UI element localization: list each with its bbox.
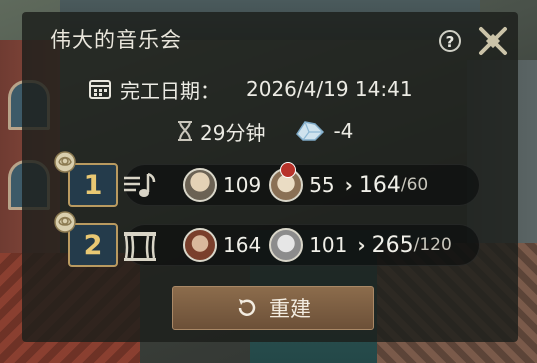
slot-stats: 164 101 › 265 /120 xyxy=(124,224,480,266)
character-avatar[interactable] xyxy=(183,168,217,202)
rose-icon xyxy=(54,211,76,233)
total-score: 265 xyxy=(371,232,414,258)
alert-badge xyxy=(280,162,297,178)
duration-row: 29分钟 -4 xyxy=(176,117,353,145)
cost-value: -4 xyxy=(333,119,354,143)
completion-date-row: 完工日期： 2026/4/19 14:41 xyxy=(88,75,413,103)
score-b: 101 xyxy=(309,233,348,257)
arrow-icon: › xyxy=(357,233,366,257)
score-a: 109 xyxy=(223,173,262,197)
duration-value: 29分钟 xyxy=(200,120,266,145)
material-crystal-icon xyxy=(296,121,325,141)
requirement: /120 xyxy=(413,235,452,255)
help-button[interactable]: ? xyxy=(439,30,461,52)
close-icon[interactable] xyxy=(475,23,511,59)
stage-icon xyxy=(124,232,156,261)
total-score: 164 xyxy=(358,172,401,198)
rose-icon xyxy=(54,151,76,173)
score-b: 55 xyxy=(309,173,335,197)
slot-stats: 109 55 › 164 /60 xyxy=(124,162,480,206)
character-avatar[interactable] xyxy=(269,228,304,262)
slot-row-2[interactable]: 2 164 101 › 265 /120 xyxy=(54,211,490,267)
calendar-icon xyxy=(89,80,111,99)
refresh-icon xyxy=(238,299,256,316)
completion-label: 完工日期： xyxy=(120,78,220,103)
requirement: /60 xyxy=(400,175,429,195)
arrow-icon: › xyxy=(344,173,353,197)
completion-value: 2026/4/19 14:41 xyxy=(246,77,413,101)
character-avatar[interactable] xyxy=(269,162,304,202)
rebuild-label: 重建 xyxy=(269,297,311,321)
slot-row-1[interactable]: 1 109 55 › 164 /60 xyxy=(54,151,480,207)
dialog-title: 伟大的音乐会 xyxy=(50,28,182,52)
rebuild-button[interactable]: 重建 xyxy=(172,286,374,330)
music-note-icon xyxy=(124,172,156,197)
character-avatar[interactable] xyxy=(183,228,217,262)
hourglass-icon xyxy=(178,121,192,141)
score-a: 164 xyxy=(223,233,262,257)
